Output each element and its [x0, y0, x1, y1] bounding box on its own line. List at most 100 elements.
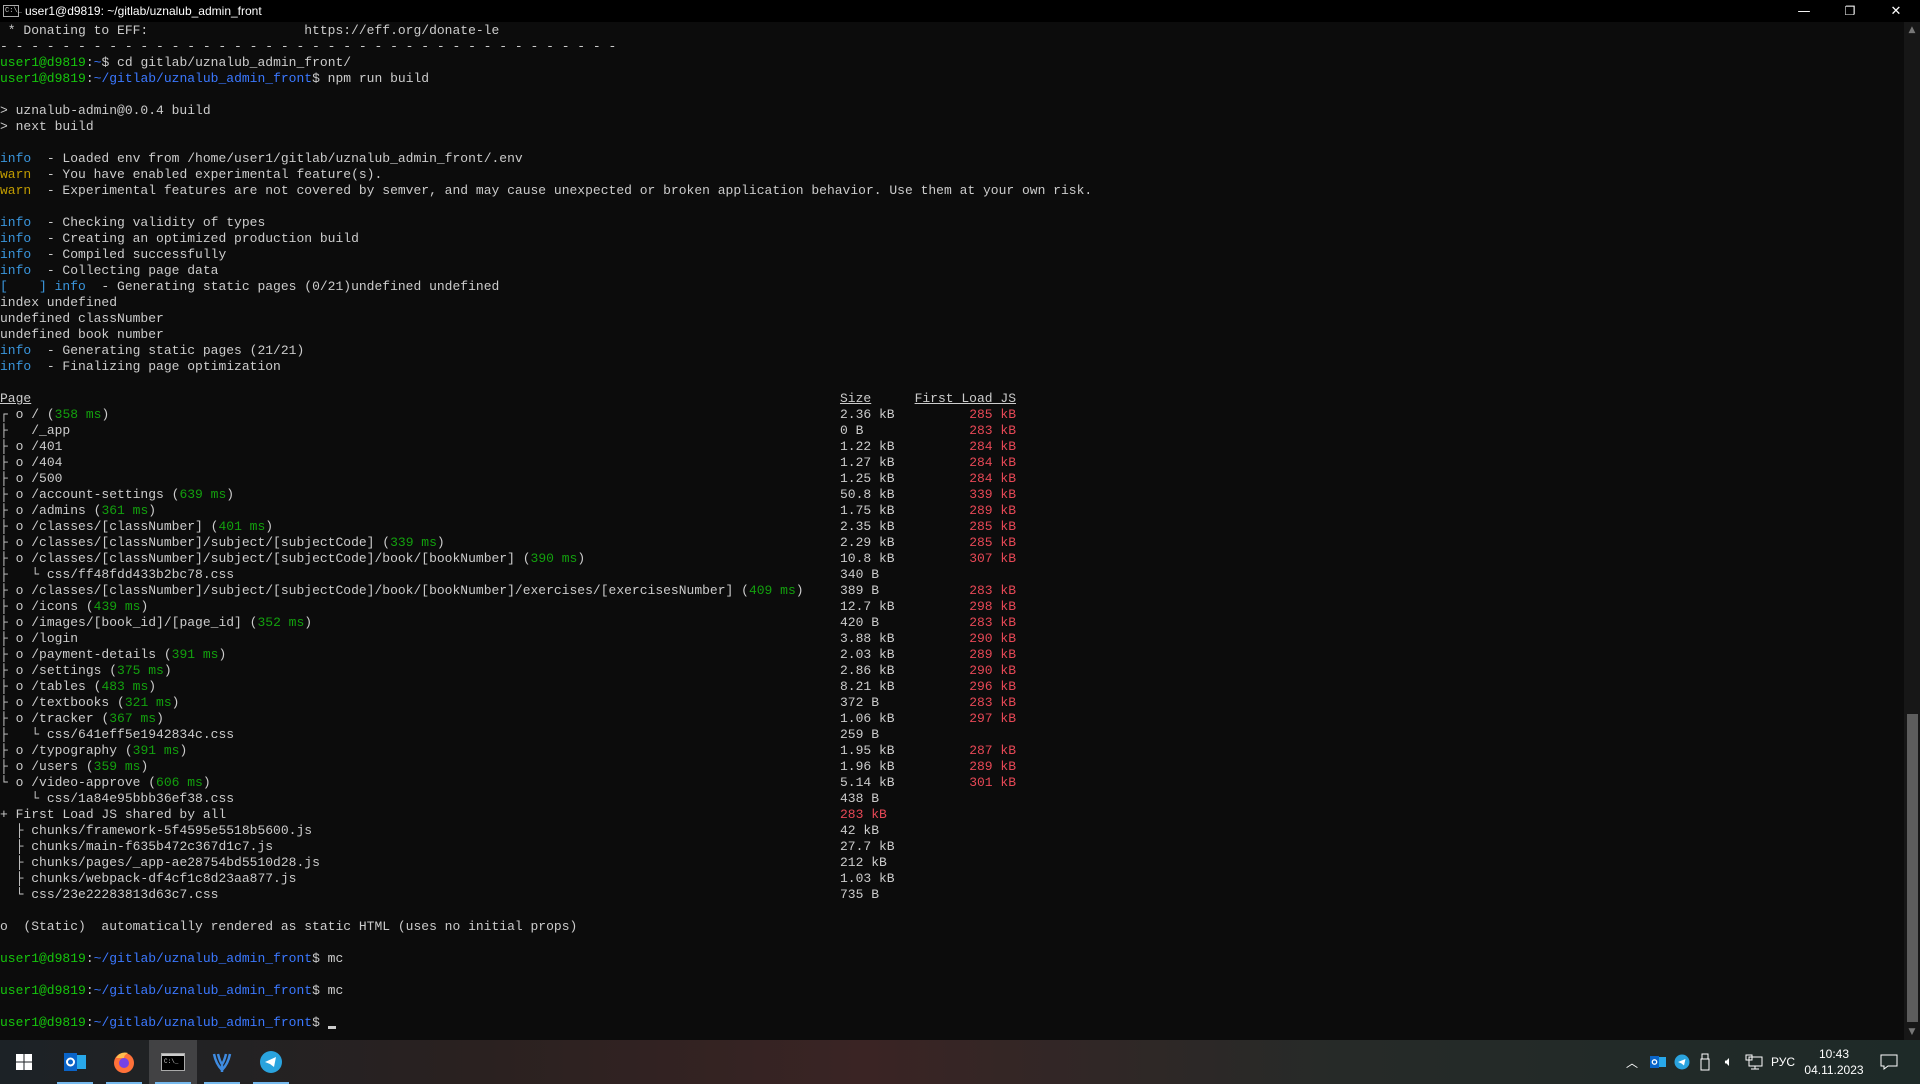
- page-route: /admins: [31, 503, 86, 518]
- taskbar-vscodium[interactable]: [198, 1040, 246, 1084]
- build-duration: 391 ms: [132, 743, 180, 758]
- terminal-text: user1@d9819: [0, 983, 86, 998]
- taskbar: C:\_ ︿ 🔈︎ РУС 10:43 04.11.2023: [0, 1040, 1920, 1084]
- page-route: css/ff48fdd433b2bc78.css: [46, 567, 235, 582]
- page-size: 372 B: [840, 695, 880, 710]
- scrollbar[interactable]: ▲ ▼: [1904, 22, 1920, 1040]
- build-duration: 358 ms: [54, 407, 102, 422]
- page-route: /404: [31, 455, 63, 470]
- table-row: ├ o /admins (361 ms) 1.75 kB 289 kB: [0, 503, 1904, 519]
- firefox-icon: [114, 1052, 134, 1073]
- paren: ): [179, 743, 188, 758]
- terminal-text: :: [85, 1015, 94, 1030]
- terminal-text: :: [85, 55, 94, 70]
- maximize-button[interactable]: ❐: [1827, 0, 1873, 22]
- first-load-size: 283 kB: [969, 583, 1016, 598]
- first-load-size: 289 kB: [969, 503, 1016, 518]
- tray-outlook[interactable]: [1648, 1040, 1668, 1084]
- build-duration: 401 ms: [218, 519, 266, 534]
- terminal-text: ~/gitlab/uznalub_admin_front: [93, 1015, 313, 1030]
- tree-prefix: ┌ o: [0, 407, 32, 422]
- table-row: ├ o /classes/[classNumber]/subject/[subj…: [0, 551, 1904, 567]
- first-load-size: 339 kB: [969, 487, 1016, 502]
- taskbar-outlook[interactable]: [51, 1040, 99, 1084]
- clock[interactable]: 10:43 04.11.2023: [1800, 1040, 1868, 1084]
- paren: (: [163, 487, 180, 502]
- table-row: ├ o /tables (483 ms) 8.21 kB 296 kB: [0, 679, 1904, 695]
- build-duration: 391 ms: [171, 647, 219, 662]
- shared-chunk-row: ├ chunks/webpack-df4cf1c8d23aa877.js 1.03…: [0, 871, 1904, 887]
- terminal-text: ~/gitlab/uznalub_admin_front: [93, 71, 313, 86]
- page-route: /icons: [31, 599, 79, 614]
- network-icon[interactable]: [1742, 1040, 1766, 1084]
- paren: (: [117, 743, 133, 758]
- paren: (: [78, 599, 94, 614]
- show-hidden-icons-button[interactable]: ︿: [1622, 1040, 1642, 1084]
- header-first-load: First Load JS: [900, 391, 1016, 407]
- table-row: ├ o /account-settings (639 ms) 50.8 kB 339…: [0, 487, 1904, 503]
- tree-prefix: ├ o: [0, 487, 32, 502]
- terminal-line: index undefined: [0, 295, 1904, 311]
- terminal-text: - Collecting page data: [31, 263, 219, 278]
- page-route: /images/[book_id]/[page_id]: [31, 615, 242, 630]
- page-route: /: [31, 407, 40, 422]
- outlook-icon: [64, 1053, 86, 1071]
- tree-prefix: ├ o: [0, 759, 32, 774]
- first-load-size: 285 kB: [969, 519, 1016, 534]
- terminal-line: info - Compiled successfully: [0, 247, 1904, 263]
- page-route: /tracker: [31, 711, 94, 726]
- paren: (: [514, 551, 531, 566]
- page-route: /settings: [31, 663, 102, 678]
- table-row: ├ /_app 0 B 283 kB: [0, 423, 1904, 439]
- build-duration: 639 ms: [179, 487, 227, 502]
- volume-icon[interactable]: 🔈︎: [1718, 1040, 1740, 1084]
- taskbar-telegram[interactable]: [247, 1040, 295, 1084]
- tree-prefix: ├ o: [0, 743, 32, 758]
- tree-prefix: └: [0, 791, 47, 806]
- first-load-size: 298 kB: [969, 599, 1016, 614]
- scroll-up-icon[interactable]: ▲: [1904, 22, 1920, 38]
- shared-js-row: + First Load JS shared by all 283 kB: [0, 807, 1904, 823]
- tray-telegram[interactable]: [1672, 1040, 1692, 1084]
- build-duration: 606 ms: [156, 775, 203, 790]
- table-row: └ o /video-approve (606 ms) 5.14 kB 301 kB: [0, 775, 1904, 791]
- shared-chunk-row: ├ chunks/framework-5f4595e5518b5600.js 42…: [0, 823, 1904, 839]
- usb-icon[interactable]: [1696, 1040, 1716, 1084]
- close-button[interactable]: ✕: [1873, 0, 1919, 22]
- scrollbar-thumb[interactable]: [1907, 714, 1918, 1022]
- terminal-text: $ mc: [312, 951, 344, 966]
- terminal-text: * Donating to EFF: https://eff.org/donat…: [0, 23, 500, 38]
- notification-button[interactable]: [1872, 1040, 1906, 1084]
- terminal-line: undefined classNumber: [0, 311, 1904, 327]
- taskbar-firefox[interactable]: [100, 1040, 148, 1084]
- terminal-output[interactable]: * Donating to EFF: https://eff.org/donat…: [0, 23, 1904, 1040]
- terminal-text: - Generating static pages (21/21): [31, 343, 305, 358]
- table-row: ├ o /404 1.27 kB 284 kB: [0, 455, 1904, 471]
- taskbar-terminal[interactable]: C:\_: [149, 1040, 197, 1084]
- start-button[interactable]: [0, 1040, 48, 1084]
- tree-prefix: ├ o: [0, 599, 32, 614]
- tree-prefix: ├: [0, 871, 32, 886]
- terminal-text: o (Static) automatically rendered as sta…: [0, 919, 578, 934]
- terminal-text: - Creating an optimized production build: [31, 231, 359, 246]
- page-size: 1.96 kB: [840, 759, 895, 774]
- language-indicator[interactable]: РУС: [1768, 1040, 1798, 1084]
- page-route: /classes/[classNumber]/subject/[subjectC…: [31, 551, 515, 566]
- terminal-text: $ npm run build: [312, 71, 430, 86]
- paren: ): [140, 599, 149, 614]
- first-load-size: 290 kB: [969, 631, 1016, 646]
- terminal-text: $ mc: [312, 983, 344, 998]
- tree-prefix: ├ o: [0, 519, 32, 534]
- first-load-size: 283 kB: [969, 615, 1016, 630]
- page-size: 1.06 kB: [840, 711, 895, 726]
- tree-prefix: ├: [0, 839, 32, 854]
- minimize-button[interactable]: —: [1781, 0, 1827, 22]
- page-route: /account-settings: [31, 487, 164, 502]
- terminal-text: - You have enabled experimental feature(…: [31, 167, 383, 182]
- scroll-down-icon[interactable]: ▼: [1904, 1024, 1920, 1040]
- page-size: 389 B: [840, 583, 880, 598]
